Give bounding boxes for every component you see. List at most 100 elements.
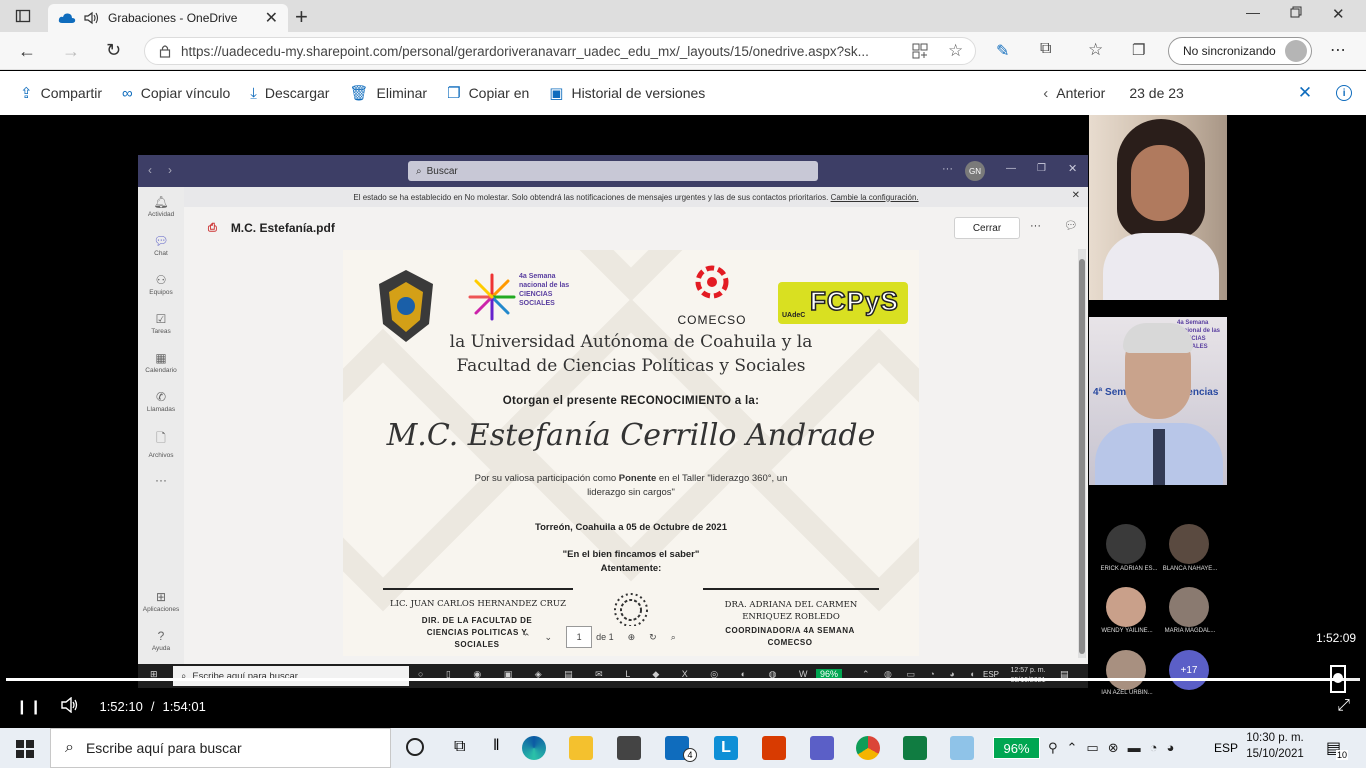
new-tab-icon[interactable]: + [295,4,308,30]
seek-handle-dot[interactable] [1333,673,1343,683]
participant-video-2[interactable]: 4a Semana nacional de las CIENCIAS SOCIA… [1089,317,1227,485]
minimize-window-icon[interactable]: — [1246,4,1260,20]
favorite-star-icon[interactable]: ☆ [948,41,963,61]
refresh-icon[interactable]: ↻ [106,40,121,61]
copy-link-button[interactable]: ∞ Copiar vínculo [122,85,230,102]
windows-start-icon[interactable] [16,740,34,763]
fullscreen-icon[interactable]: ⤢ [1337,697,1350,715]
total-time: 1:54:01 [162,698,206,714]
delete-button[interactable]: 🗑 Eliminar [349,84,427,102]
seek-time-tooltip: 1:52:09 [1316,631,1357,645]
close-file-button[interactable]: Cerrar [954,217,1020,239]
pdf-scroll-thumb[interactable] [1079,259,1085,654]
info-icon[interactable]: i [1336,85,1353,101]
favorites-icon[interactable]: ☆ [1088,40,1103,60]
teams-app-icon[interactable] [810,736,834,760]
file-more-icon[interactable]: ··· [1030,220,1041,232]
clock-date: 15/10/2021 [1246,748,1304,760]
participant-avatar-5[interactable] [1106,650,1146,690]
participant-avatar-2[interactable] [1169,524,1209,564]
download-label: Descargar [264,85,330,101]
previous-button[interactable]: ‹ Anterior [1043,85,1105,102]
dnd-settings-link[interactable]: Cambie la configuración. [831,193,919,202]
excel-app-icon[interactable] [903,736,927,760]
chrome-app-icon[interactable] [856,736,880,760]
participant-avatar-4[interactable] [1169,587,1209,627]
copy-to-button[interactable]: ❐ Copiar en [447,84,529,102]
back-arrow-icon[interactable]: ← [18,41,36,62]
collections-icon[interactable]: ❐ [1132,41,1145,59]
participant-avatar-1[interactable] [1106,524,1146,564]
tab-actions-icon[interactable] [14,7,32,25]
teams-avatar[interactable]: GN [965,161,985,181]
participant-avatar-3[interactable] [1106,587,1146,627]
rail-item-calls[interactable]: ✆ Llamadas [138,390,184,413]
institution-line-2: Facultad de Ciencias Políticas y Sociale… [456,356,806,376]
teams-minimize-icon[interactable]: — [1006,163,1016,174]
zoom-icon[interactable]: ⊕ [628,632,636,643]
dnd-close-icon[interactable]: ✕ [1072,190,1080,201]
teams-search-box[interactable]: ⌕ Buscar [408,161,818,181]
teams-forward-icon[interactable]: › [168,163,172,177]
close-window-icon[interactable]: ✕ [1332,5,1345,23]
rail-item-tasks[interactable]: ☑ Tareas [138,312,184,335]
page-up-icon[interactable]: ⌃ [523,632,531,643]
rail-more-icon[interactable]: ··· [138,473,184,487]
close-viewer-icon[interactable]: ✕ [1298,83,1312,103]
rail-item-apps[interactable]: ⊞ Aplicaciones [138,590,184,613]
rail-item-calendar[interactable]: ▦ Calendario [138,351,184,374]
close-tab-icon[interactable]: ✕ [265,8,278,28]
l-app-icon[interactable]: L [714,736,738,760]
participant-video-1[interactable] [1089,115,1227,300]
download-icon: ⤓ [250,84,257,102]
page-number-input[interactable]: 1 [566,626,593,648]
overflow-participants-badge[interactable]: +17 [1169,650,1209,690]
browser-tab-onedrive[interactable]: Grabaciones - OneDrive ✕ [48,4,288,32]
battery-indicator[interactable]: 96% [993,737,1040,759]
rotate-icon[interactable]: ↻ [649,632,657,643]
system-tray-icons[interactable]: ⚲⌃▭⊗▬◔◕ [1048,740,1183,756]
page-down-icon[interactable]: ⌄ [545,632,553,643]
edge-app-icon[interactable] [522,736,546,760]
extension-pen-icon[interactable]: ✎ [996,41,1009,61]
pause-icon[interactable]: ❙❙ [16,698,43,715]
system-clock[interactable]: 10:30 p. m. 15/10/2021 [1244,730,1306,762]
share-button[interactable]: ⇪ Compartir [20,84,102,102]
office-app-icon[interactable] [762,736,786,760]
teams-more-icon[interactable]: ··· [942,163,953,175]
version-history-button[interactable]: ▣ Historial de versiones [549,84,705,102]
paint-app-icon[interactable] [950,736,974,760]
current-time: 1:52:10 [99,698,143,714]
restore-window-icon[interactable] [1290,6,1302,18]
task-view-icon[interactable]: ⧉ [454,738,465,756]
download-button[interactable]: ⤓ Descargar [250,85,329,102]
rail-item-help[interactable]: ? Ayuda [138,629,184,652]
teams-back-icon[interactable]: ‹ [148,163,152,177]
rail-item-activity[interactable]: 🔔︎ Actividad [138,195,184,218]
comecso-logo: COMECSO [669,258,755,327]
windows-search-box[interactable]: ⌕ Escribe aquí para buscar [50,728,391,768]
pdf-search-icon[interactable]: ⌕ [671,632,676,643]
profile-sync-button[interactable]: No sincronizando [1168,37,1312,65]
store-icon[interactable] [617,736,641,760]
rail-item-chat[interactable]: 💬︎ Chat [138,234,184,257]
dnd-message: El estado se ha establecido en No molest… [353,192,829,202]
volume-icon[interactable] [61,696,79,716]
extensions-puzzle-icon[interactable]: ⧉ [1040,40,1051,58]
video-controls: ❙❙ 1:52:10 / 1:54:01 ⤢ [0,690,1366,722]
speaker-icon[interactable] [84,11,100,25]
teams-close-icon[interactable]: ✕ [1068,162,1077,175]
keyboard-language[interactable]: ESP [1214,741,1238,755]
teams-restore-icon[interactable]: ❐ [1037,163,1046,174]
video-progress-bar[interactable] [6,678,1360,681]
app-install-icon[interactable] [912,43,928,59]
address-bar[interactable]: https://uadecedu-my.sharepoint.com/perso… [144,37,976,65]
conversation-icon[interactable]: 💬︎ [1064,219,1078,232]
forward-arrow-icon[interactable]: → [62,41,80,62]
file-explorer-icon[interactable] [569,736,593,760]
rail-item-teams[interactable]: ⚇ Equipos [138,273,184,296]
rail-item-files[interactable]: 🗋 Archivos [138,429,184,459]
more-menu-icon[interactable]: ⋯ [1330,40,1346,60]
signatory-2-role: COORDINADOR/A 4A SEMANA COMECSO [725,626,855,647]
cortana-icon[interactable] [406,738,424,756]
